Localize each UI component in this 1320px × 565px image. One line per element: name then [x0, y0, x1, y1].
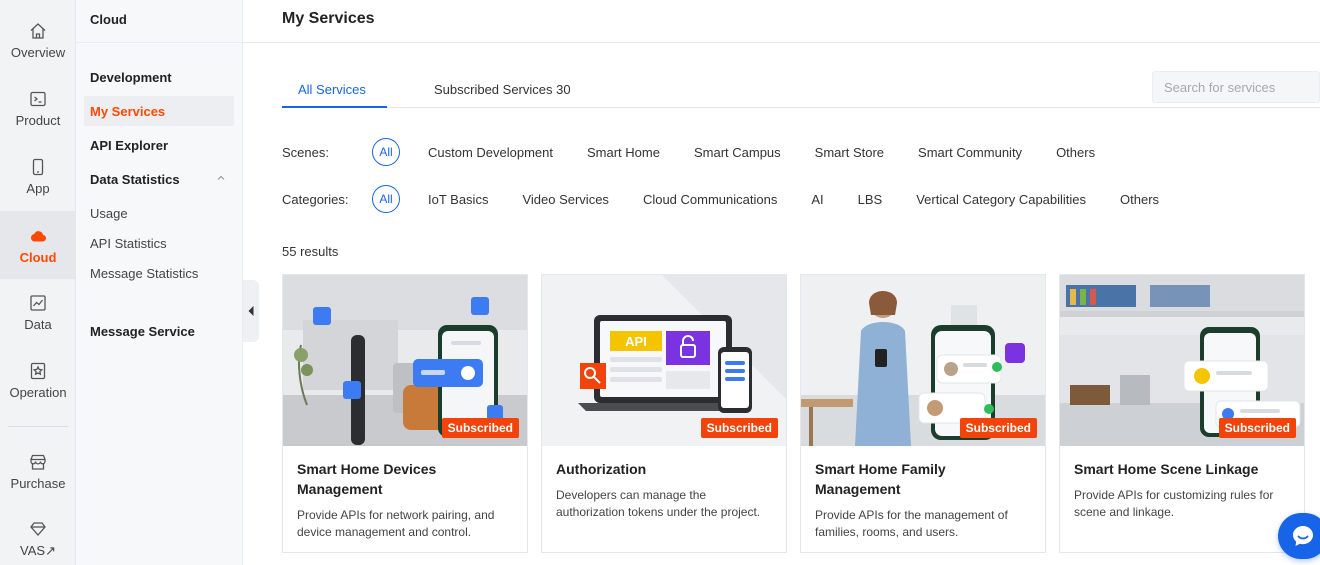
- rail-item-product[interactable]: Product: [0, 74, 76, 142]
- rail-label: Overview: [10, 44, 66, 60]
- rail-item-app[interactable]: App: [0, 142, 76, 210]
- sidebar-item-label: API Explorer: [90, 137, 169, 153]
- store-icon: [30, 454, 46, 470]
- categories-label: Categories:: [282, 191, 349, 207]
- card-description: Developers can manage the authorization …: [556, 488, 761, 519]
- chart-icon: [30, 294, 46, 311]
- categories-filter: Categories: All IoT Basics Video Service…: [282, 185, 1193, 213]
- rail-label: Operation: [9, 384, 67, 400]
- sidebar-item-usage[interactable]: Usage: [84, 198, 234, 228]
- scenes-label: Scenes:: [282, 144, 329, 160]
- sidebar-item-message-service[interactable]: Message Service: [84, 316, 234, 346]
- card-title: Smart Home Devices Management: [297, 461, 437, 497]
- rail-item-vas[interactable]: VAS↗: [0, 505, 76, 565]
- home-icon: [30, 22, 46, 39]
- card-illustration: Subscribed: [801, 275, 1045, 446]
- rail-item-purchase[interactable]: Purchase: [0, 437, 76, 505]
- subscribed-badge: Subscribed: [1218, 418, 1296, 438]
- subscribed-badge: Subscribed: [441, 418, 519, 438]
- category-chip-cloud-communications[interactable]: Cloud Communications: [643, 185, 777, 213]
- card-illustration: API Subscribed: [542, 275, 786, 446]
- star-doc-icon: [30, 362, 46, 379]
- cloud-sidebar: Cloud Development My Services API Explor…: [76, 0, 243, 565]
- sidebar-divider: [76, 42, 243, 43]
- chat-support-button[interactable]: [1278, 513, 1320, 559]
- cloud-icon: [30, 230, 47, 242]
- category-chip-lbs[interactable]: LBS: [858, 185, 883, 213]
- chevron-up-icon: [217, 175, 225, 180]
- category-chip-video-services[interactable]: Video Services: [522, 185, 608, 213]
- card-title: Authorization: [556, 461, 647, 477]
- sidebar-item-my-services[interactable]: My Services: [84, 96, 234, 126]
- card-title: Smart Home Scene Linkage: [1074, 461, 1259, 477]
- sidebar-item-label: Data Statistics: [90, 171, 180, 187]
- category-chip-others[interactable]: Others: [1120, 185, 1159, 213]
- sidebar-item-label: Usage: [90, 205, 128, 221]
- category-chip-iot-basics[interactable]: IoT Basics: [428, 185, 488, 213]
- subscribed-badge: Subscribed: [700, 418, 778, 438]
- header-divider: [243, 42, 1320, 43]
- rail-item-cloud[interactable]: Cloud: [0, 211, 76, 279]
- sidebar-item-api-explorer[interactable]: API Explorer: [84, 130, 234, 160]
- category-chip-ai[interactable]: AI: [811, 185, 823, 213]
- rail-item-data[interactable]: Data: [0, 278, 76, 346]
- rail-item-overview[interactable]: Overview: [0, 6, 76, 74]
- service-card-scene-linkage[interactable]: Subscribed Smart Home Scene Linkage Prov…: [1059, 274, 1305, 553]
- sidebar-item-api-statistics[interactable]: API Statistics: [84, 228, 234, 258]
- chat-bubble-icon: [1293, 526, 1313, 546]
- main-content: My Services All Services Subscribed Serv…: [243, 0, 1320, 565]
- tab-label: All Services: [298, 81, 366, 97]
- rail-label: Cloud: [19, 249, 57, 265]
- active-tab-indicator: [282, 106, 387, 108]
- rail-divider: [8, 426, 68, 427]
- rail-label: Product: [15, 112, 61, 128]
- service-card-authorization[interactable]: API Subscribed Authorization Developers: [541, 274, 787, 553]
- phone-icon: [32, 158, 44, 175]
- sidebar-group-development[interactable]: Development: [84, 62, 234, 92]
- scene-chip-custom-development[interactable]: Custom Development: [428, 138, 553, 166]
- sidebar-group-data-statistics[interactable]: Data Statistics: [84, 164, 234, 194]
- rail-item-operation[interactable]: Operation: [0, 346, 76, 414]
- tab-subscribed-services[interactable]: Subscribed Services 30: [434, 70, 571, 108]
- scene-chip-smart-store[interactable]: Smart Store: [815, 138, 884, 166]
- scene-chip-smart-home[interactable]: Smart Home: [587, 138, 660, 166]
- tab-all-services[interactable]: All Services: [298, 70, 366, 108]
- rail-label: Data: [24, 316, 52, 332]
- card-description: Provide APIs for network pairing, and de…: [297, 508, 495, 539]
- scene-chip-all[interactable]: All: [372, 138, 400, 166]
- rail-label: VAS↗: [20, 543, 56, 558]
- scenes-filter: Scenes: All Custom Development Smart Hom…: [282, 138, 1129, 166]
- scene-chip-others[interactable]: Others: [1056, 138, 1095, 166]
- scene-chip-smart-community[interactable]: Smart Community: [918, 138, 1022, 166]
- subscribed-badge: Subscribed: [959, 418, 1037, 438]
- diamond-icon: [30, 522, 46, 536]
- sidebar-item-label: Development: [90, 69, 172, 85]
- card-description: Provide APIs for customizing rules for s…: [1074, 488, 1274, 519]
- card-description: Provide APIs for the management of famil…: [815, 508, 1008, 539]
- sidebar-item-label: API Statistics: [90, 235, 167, 251]
- rail-label: Purchase: [10, 475, 66, 491]
- tab-label: Subscribed Services 30: [434, 81, 571, 97]
- card-illustration: Subscribed: [1060, 275, 1304, 446]
- icon-rail: Overview Product App Cloud Data Operatio…: [0, 0, 76, 565]
- service-card-smart-home-devices[interactable]: Subscribed Smart Home Devices Management…: [282, 274, 528, 553]
- category-chip-all[interactable]: All: [372, 185, 400, 213]
- sidebar-item-label: Message Service: [90, 323, 195, 339]
- terminal-icon: [30, 91, 46, 106]
- category-chip-vertical-category[interactable]: Vertical Category Capabilities: [916, 185, 1086, 213]
- results-count: 55 results: [282, 244, 339, 259]
- card-illustration: Subscribed: [283, 275, 527, 446]
- sidebar-item-message-statistics[interactable]: Message Statistics: [84, 258, 234, 288]
- api-label: API: [625, 334, 647, 349]
- sidebar-item-label: Message Statistics: [90, 265, 199, 281]
- sidebar-title: Cloud: [90, 12, 127, 27]
- card-title: Smart Home Family Management: [815, 461, 946, 497]
- page-title: My Services: [282, 10, 375, 27]
- search-input[interactable]: [1152, 71, 1320, 103]
- rail-label: App: [26, 180, 50, 196]
- scene-chip-smart-campus[interactable]: Smart Campus: [694, 138, 781, 166]
- sidebar-item-label: My Services: [90, 103, 166, 119]
- service-card-family-management[interactable]: Subscribed Smart Home Family Management …: [800, 274, 1046, 553]
